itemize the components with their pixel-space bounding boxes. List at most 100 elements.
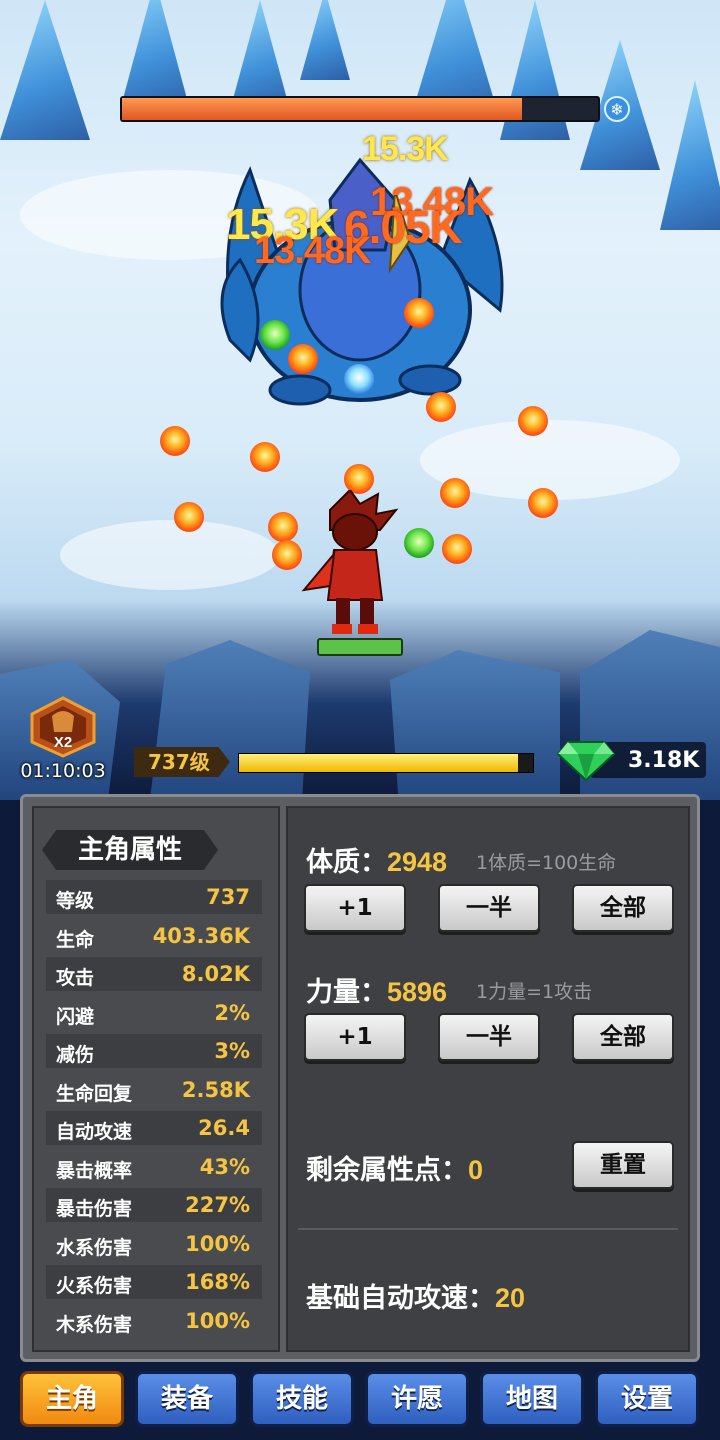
stat-value: 100% xyxy=(185,1309,250,1333)
stat-name: 暴击伤害 xyxy=(56,1198,133,1220)
stat-value: 43% xyxy=(199,1155,250,1179)
fire-orb-projectile xyxy=(160,426,190,456)
stat-row-fire-damage: 火系伤害 168% xyxy=(46,1265,262,1299)
stat-row-water-damage: 水系伤害 100% xyxy=(46,1227,262,1261)
nav-tab-wish[interactable]: 许愿 xyxy=(365,1371,469,1427)
x2-boost-icon[interactable]: X2 xyxy=(28,696,98,758)
stat-name: 木系伤害 xyxy=(56,1314,133,1336)
stat-row-damage-reduction: 减伤 3% xyxy=(46,1034,262,1068)
fire-orb-projectile xyxy=(518,406,548,436)
stat-name: 等级 xyxy=(56,890,95,912)
reset-button[interactable]: 重置 xyxy=(572,1141,674,1189)
gem-counter: 3.18K xyxy=(556,738,706,782)
ice-crystal xyxy=(120,0,190,110)
remaining-points-value: 0 xyxy=(468,1155,484,1185)
stat-name: 生命回复 xyxy=(56,1083,133,1105)
ice-cliff xyxy=(390,650,560,800)
green-gem-icon xyxy=(556,741,616,782)
constitution-hint: 1体质=100生命 xyxy=(476,852,617,874)
stat-row-crit-damage: 暴击伤害 227% xyxy=(46,1188,262,1222)
battle-scene: ❄ 15.3K 13.48K 15.3K 6.05K 13.48K xyxy=(0,0,720,800)
stat-row-auto-attack-speed: 自动攻速 26.4 xyxy=(46,1111,262,1145)
snowflake-icon: ❄ xyxy=(604,96,630,122)
experience-bar xyxy=(238,753,534,773)
divider xyxy=(298,1228,678,1230)
stat-name: 生命 xyxy=(56,929,95,951)
stat-row-wood-damage: 木系伤害 100% xyxy=(46,1304,262,1338)
ice-crystal xyxy=(660,80,720,230)
ice-crystal xyxy=(230,0,290,110)
stats-title: 主角属性 xyxy=(42,830,218,870)
constitution-label: 体质：2948 xyxy=(306,840,447,879)
stat-row-level: 等级 737 xyxy=(46,880,262,914)
stat-name: 自动攻速 xyxy=(56,1121,133,1143)
stat-value: 168% xyxy=(185,1270,250,1294)
strength-label: 力量：5896 xyxy=(306,970,447,1009)
boss-health-bar xyxy=(120,96,600,122)
fire-orb-projectile xyxy=(268,512,298,542)
experience-fill xyxy=(239,754,519,772)
strength-half-button[interactable]: 一半 xyxy=(438,1013,540,1061)
stat-name: 水系伤害 xyxy=(56,1237,133,1259)
stat-value: 227% xyxy=(185,1193,250,1217)
constitution-all-button[interactable]: 全部 xyxy=(572,884,674,932)
stat-value: 8.02K xyxy=(181,962,250,986)
hero-health-bar xyxy=(317,638,403,656)
stat-name: 减伤 xyxy=(56,1044,95,1066)
ice-crystal xyxy=(0,0,90,140)
stat-value: 403.36K xyxy=(152,924,250,948)
nav-tab-settings[interactable]: 设置 xyxy=(595,1371,699,1427)
stat-row-attack: 攻击 8.02K xyxy=(46,957,262,991)
strength-value: 5896 xyxy=(387,977,448,1007)
stat-value: 3% xyxy=(214,1039,250,1063)
damage-number: 13.48K xyxy=(254,230,372,272)
nav-tab-skills[interactable]: 技能 xyxy=(250,1371,354,1427)
stat-name: 攻击 xyxy=(56,967,95,989)
stat-value: 2% xyxy=(214,1001,250,1025)
stat-name: 火系伤害 xyxy=(56,1275,133,1297)
stat-row-hp: 生命 403.36K xyxy=(46,919,262,953)
stat-value: 2.58K xyxy=(181,1078,250,1102)
wood-orb-projectile xyxy=(260,320,290,350)
hero-character[interactable] xyxy=(300,490,410,640)
fire-orb-projectile xyxy=(404,298,434,328)
gem-count: 3.18K xyxy=(628,748,700,773)
base-attack-speed-label: 基础自动攻速：20 xyxy=(306,1276,525,1315)
fire-orb-projectile xyxy=(250,442,280,472)
damage-number: 15.3K xyxy=(362,130,449,168)
remaining-points-label: 剩余属性点：0 xyxy=(306,1148,483,1187)
fire-orb-projectile xyxy=(426,392,456,422)
fire-orb-projectile xyxy=(288,344,318,374)
snow-patch xyxy=(60,520,280,590)
strength-all-button[interactable]: 全部 xyxy=(572,1013,674,1061)
fire-orb-projectile xyxy=(528,488,558,518)
nav-tab-map[interactable]: 地图 xyxy=(480,1371,584,1427)
strength-plus-one-button[interactable]: +1 xyxy=(304,1013,406,1061)
player-level: 737级 xyxy=(134,747,230,777)
stat-value: 100% xyxy=(185,1232,250,1256)
boost-multiplier: X2 xyxy=(54,734,72,751)
fire-orb-projectile xyxy=(174,502,204,532)
remaining-points-label-text: 剩余属性点： xyxy=(306,1155,468,1186)
base-attack-speed-label-text: 基础自动攻速： xyxy=(306,1283,495,1314)
stat-name: 闪避 xyxy=(56,1006,95,1028)
stat-value: 737 xyxy=(206,885,250,909)
nav-tab-equipment[interactable]: 装备 xyxy=(135,1371,239,1427)
boss-health-fill xyxy=(122,98,522,120)
fire-orb-projectile xyxy=(272,540,302,570)
fire-orb-projectile xyxy=(440,478,470,508)
stat-row-dodge: 闪避 2% xyxy=(46,996,262,1030)
stat-row-crit-chance: 暴击概率 43% xyxy=(46,1150,262,1184)
stat-row-hp-regen: 生命回复 2.58K xyxy=(46,1073,262,1107)
water-orb-projectile xyxy=(344,364,374,394)
constitution-half-button[interactable]: 一半 xyxy=(438,884,540,932)
constitution-label-text: 体质： xyxy=(306,847,387,878)
nav-tab-hero[interactable]: 主角 xyxy=(20,1371,124,1427)
stat-name: 暴击概率 xyxy=(56,1160,133,1182)
strength-hint: 1力量=1攻击 xyxy=(476,981,593,1003)
boost-timer: 01:10:03 xyxy=(20,760,106,782)
constitution-plus-one-button[interactable]: +1 xyxy=(304,884,406,932)
stat-value: 26.4 xyxy=(198,1116,250,1140)
constitution-value: 2948 xyxy=(387,847,448,877)
fire-orb-projectile xyxy=(442,534,472,564)
